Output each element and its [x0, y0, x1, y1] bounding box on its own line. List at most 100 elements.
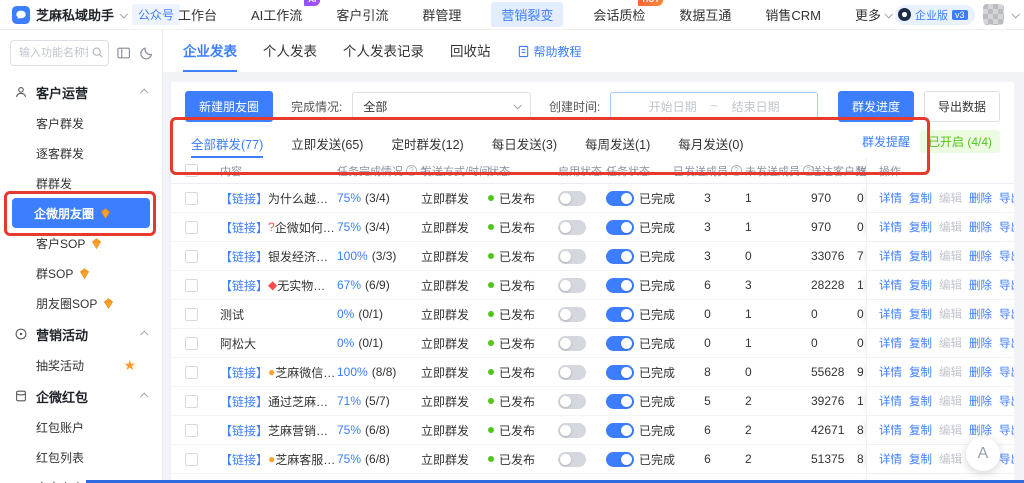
action-导出[interactable]: 导出: [999, 364, 1014, 380]
subtab-每日发送(3)[interactable]: 每日发送(3): [492, 130, 557, 158]
content-cell[interactable]: 测试: [220, 306, 337, 323]
content-cell[interactable]: 阿松大: [220, 335, 337, 352]
action-详情[interactable]: 详情: [879, 248, 902, 264]
action-详情[interactable]: 详情: [879, 422, 902, 438]
sidebar-item-客户SOP[interactable]: 客户SOP: [0, 228, 162, 258]
task-toggle[interactable]: [606, 219, 634, 235]
sidebar-section-营销活动[interactable]: 营销活动: [0, 318, 162, 350]
brand-chevron-down-icon[interactable]: [119, 9, 128, 19]
action-导出[interactable]: 导出: [999, 393, 1014, 409]
enable-toggle[interactable]: [558, 277, 586, 293]
row-checkbox[interactable]: [185, 191, 198, 205]
sidebar-item-群群发[interactable]: 群群发: [0, 168, 162, 198]
completion-select[interactable]: 全部: [352, 92, 532, 120]
action-删除[interactable]: 删除: [969, 277, 992, 293]
page-tab-个人发表[interactable]: 个人发表: [263, 30, 317, 72]
sidebar-section-企微红包[interactable]: 企微红包: [0, 380, 162, 412]
action-删除[interactable]: 删除: [969, 335, 992, 351]
info-icon[interactable]: [803, 165, 814, 176]
sidebar-item-客户群发[interactable]: 客户群发: [0, 108, 162, 138]
enable-toggle[interactable]: [558, 422, 586, 438]
content-cell[interactable]: 【链接】?企微如何根据...: [220, 219, 337, 236]
send-progress-button[interactable]: 群发进度: [837, 90, 914, 122]
action-详情[interactable]: 详情: [879, 306, 902, 322]
task-toggle[interactable]: [606, 277, 634, 293]
action-导出[interactable]: 导出: [999, 190, 1014, 206]
enable-toggle[interactable]: [558, 190, 586, 206]
nav-item-群管理[interactable]: 群管理: [418, 2, 465, 27]
enable-toggle[interactable]: [558, 364, 586, 380]
select-all-checkbox[interactable]: [185, 164, 198, 177]
content-cell[interactable]: 【链接】◆无实物交付产...: [220, 277, 337, 294]
action-复制[interactable]: 复制: [909, 422, 932, 438]
row-checkbox[interactable]: [185, 249, 198, 263]
content-cell[interactable]: 【链接】银发经济的风口...: [220, 248, 337, 265]
enable-toggle[interactable]: [558, 219, 586, 235]
content-cell[interactable]: 【链接】通过芝麻推客助...: [220, 393, 337, 410]
action-详情[interactable]: 详情: [879, 190, 902, 206]
nav-item-客户引流[interactable]: 客户引流: [332, 2, 392, 27]
action-复制[interactable]: 复制: [909, 248, 932, 264]
action-删除[interactable]: 删除: [969, 364, 992, 380]
action-详情[interactable]: 详情: [879, 393, 902, 409]
subtab-每月发送(0)[interactable]: 每月发送(0): [678, 130, 743, 158]
row-checkbox[interactable]: [185, 394, 198, 408]
action-导出[interactable]: 导出: [999, 422, 1014, 438]
new-moments-button[interactable]: 新建朋友圈: [185, 90, 274, 122]
enable-toggle[interactable]: [558, 248, 586, 264]
action-删除[interactable]: 删除: [969, 248, 992, 264]
action-复制[interactable]: 复制: [909, 364, 932, 380]
row-checkbox[interactable]: [185, 278, 198, 292]
subtab-每周发送(1)[interactable]: 每周发送(1): [585, 130, 650, 158]
action-删除[interactable]: 删除: [969, 219, 992, 235]
action-导出[interactable]: 导出: [999, 277, 1014, 293]
action-详情[interactable]: 详情: [879, 451, 902, 467]
account-chevron-down-icon[interactable]: [1010, 9, 1020, 19]
action-复制[interactable]: 复制: [909, 393, 932, 409]
task-toggle[interactable]: [606, 422, 634, 438]
action-导出[interactable]: 导出: [999, 219, 1014, 235]
row-checkbox[interactable]: [185, 365, 198, 379]
action-导出[interactable]: 导出: [999, 335, 1014, 351]
nav-item-营销裂变[interactable]: 营销裂变: [491, 2, 564, 27]
action-删除[interactable]: 删除: [969, 190, 992, 206]
content-cell[interactable]: 【链接】●芝麻客服系统...: [220, 451, 337, 468]
action-复制[interactable]: 复制: [909, 277, 932, 293]
action-删除[interactable]: 删除: [969, 393, 992, 409]
collapse-panel-icon[interactable]: [116, 45, 131, 61]
subtab-立即发送(65)[interactable]: 立即发送(65): [291, 130, 363, 158]
enable-toggle[interactable]: [558, 335, 586, 351]
content-cell[interactable]: 【链接】芝麻营销留资机...: [220, 422, 337, 439]
send-reminder-link[interactable]: 群发提醒: [862, 133, 910, 150]
info-icon[interactable]: [406, 165, 417, 176]
floating-assistant-button[interactable]: A: [966, 437, 1000, 471]
sidebar-item-红包账户[interactable]: 红包账户: [0, 412, 162, 442]
enable-toggle[interactable]: [558, 306, 586, 322]
page-tab-个人发表记录[interactable]: 个人发表记录: [343, 30, 424, 72]
channel-tag[interactable]: 公众号: [132, 4, 181, 25]
row-checkbox[interactable]: [185, 452, 198, 466]
action-复制[interactable]: 复制: [909, 451, 932, 467]
sidebar-item-红包列表[interactable]: 红包列表: [0, 442, 162, 472]
action-删除[interactable]: 删除: [969, 422, 992, 438]
task-toggle[interactable]: [606, 364, 634, 380]
help-tutorial-link[interactable]: 帮助教程: [517, 43, 582, 60]
sidebar-item-群SOP[interactable]: 群SOP: [0, 258, 162, 288]
page-tab-企业发表[interactable]: 企业发表: [183, 30, 237, 72]
info-icon[interactable]: [731, 165, 742, 176]
row-checkbox[interactable]: [185, 307, 198, 321]
row-checkbox[interactable]: [185, 220, 198, 234]
action-详情[interactable]: 详情: [879, 277, 902, 293]
content-cell[interactable]: 【链接】●芝麻微信小店...: [220, 364, 337, 381]
sidebar-item-朋友圈SOP[interactable]: 朋友圈SOP: [0, 288, 162, 318]
nav-item-数据互通[interactable]: 数据互通: [675, 2, 735, 27]
action-导出[interactable]: 导出: [999, 248, 1014, 264]
date-range-picker[interactable]: 开始日期 ~ 结束日期: [610, 92, 818, 120]
sidebar-item-逐客群发[interactable]: 逐客群发: [0, 138, 162, 168]
sidebar-section-客户运营[interactable]: 客户运营: [0, 76, 162, 108]
task-toggle[interactable]: [606, 190, 634, 206]
task-toggle[interactable]: [606, 393, 634, 409]
action-详情[interactable]: 详情: [879, 364, 902, 380]
nav-item-AI工作流[interactable]: AI工作流AI: [247, 0, 321, 27]
action-复制[interactable]: 复制: [909, 219, 932, 235]
